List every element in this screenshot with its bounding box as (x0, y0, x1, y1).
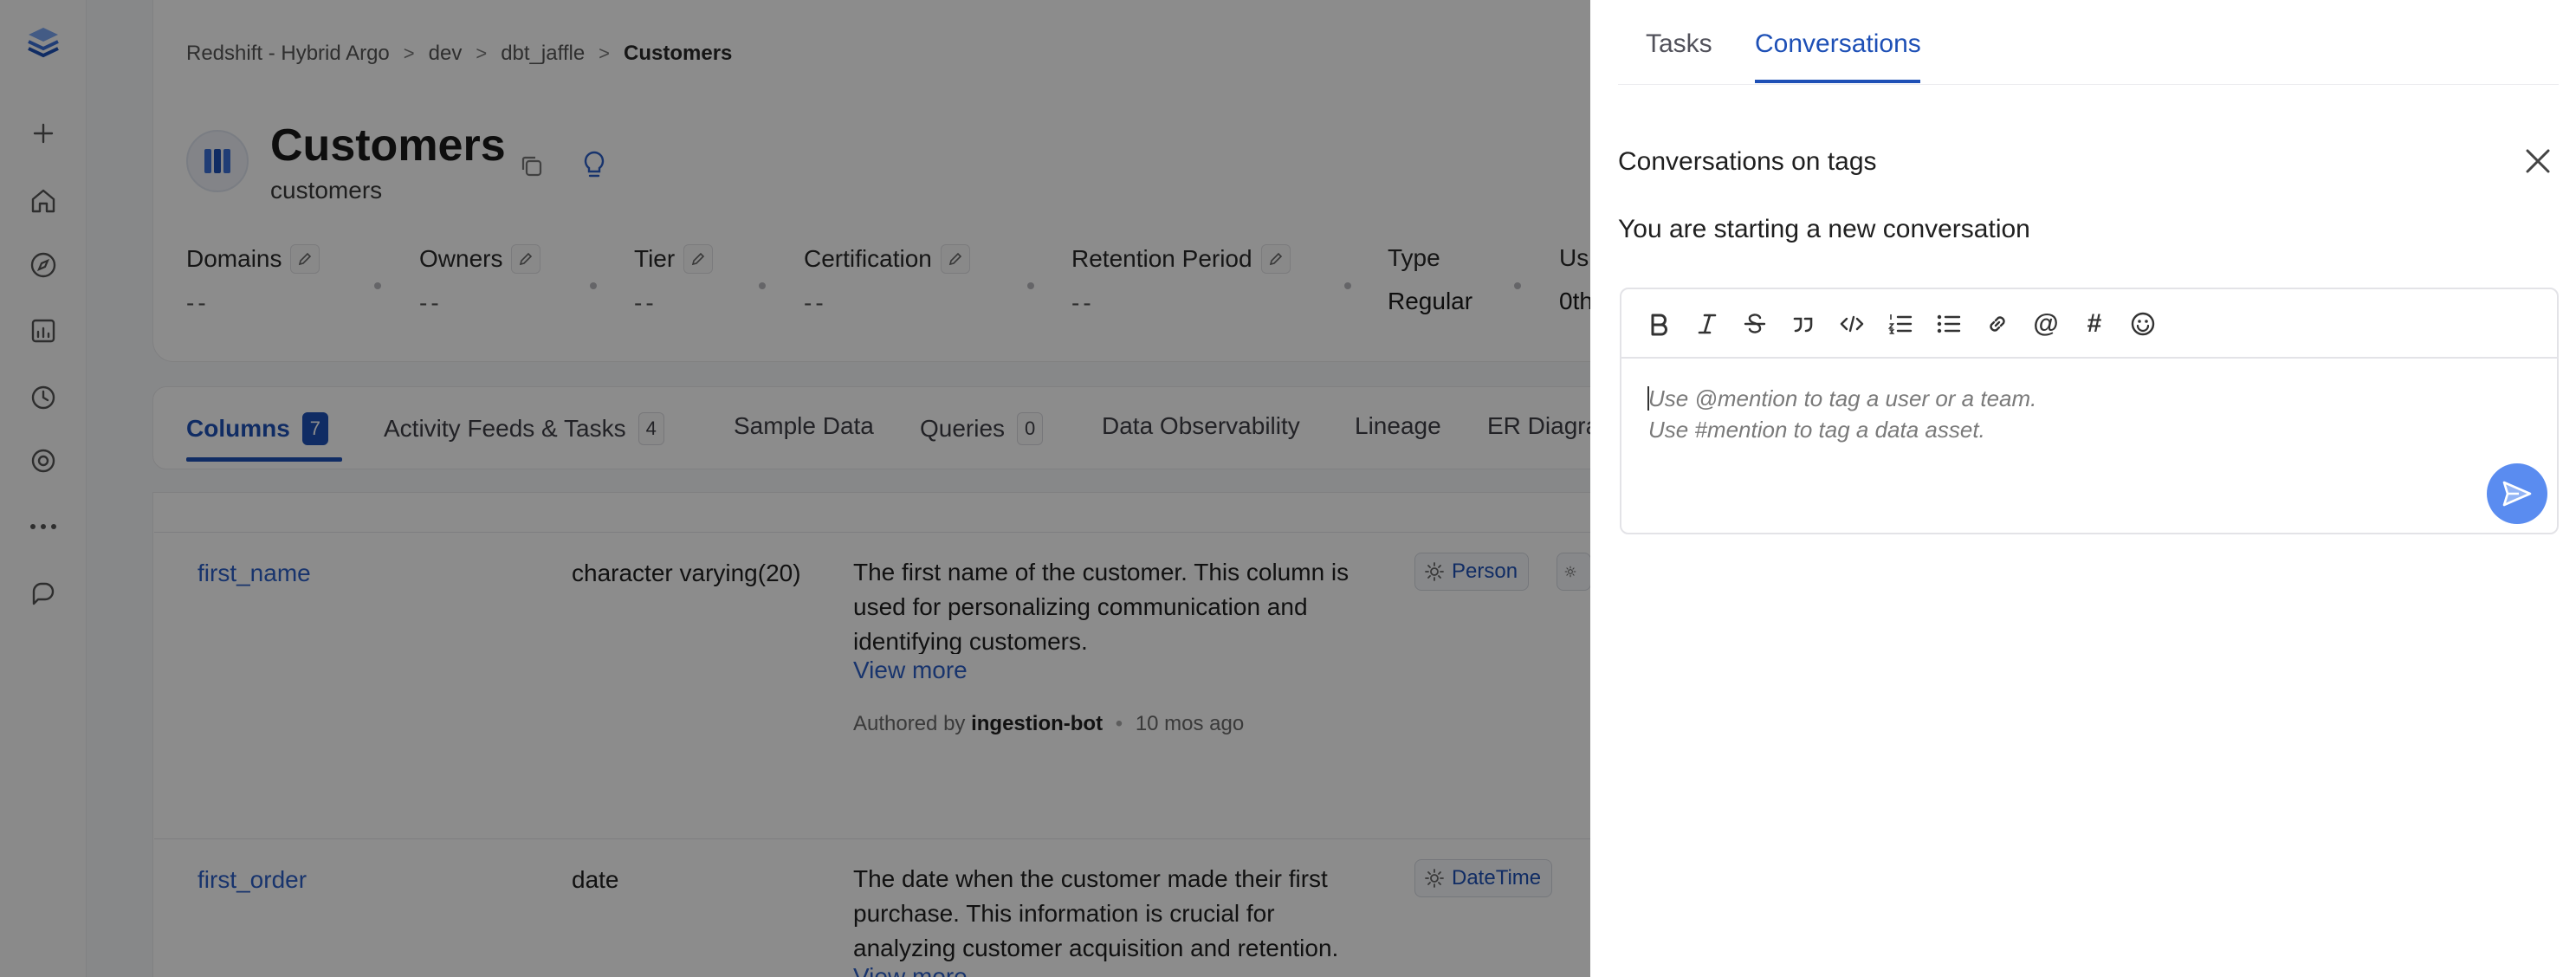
drawer-tab-conversations[interactable]: Conversations (1755, 29, 1921, 59)
drawer-active-tab-indicator (1755, 80, 1920, 83)
conversation-title-entity: tags (1827, 147, 1877, 176)
hashtag-icon[interactable]: # (2077, 307, 2112, 341)
conversation-title: Conversations on tags (1618, 147, 1877, 177)
ordered-list-icon[interactable] (1883, 307, 1918, 341)
quote-icon[interactable] (1786, 307, 1821, 341)
link-icon[interactable] (1980, 307, 2015, 341)
strikethrough-icon[interactable] (1738, 307, 1772, 341)
mention-icon[interactable]: @ (2029, 307, 2063, 341)
send-icon (2502, 481, 2532, 507)
italic-icon[interactable] (1690, 307, 1725, 341)
close-icon[interactable] (2521, 144, 2555, 178)
bold-icon[interactable] (1641, 307, 1676, 341)
conversation-subtitle: You are starting a new conversation (1618, 215, 2030, 243)
bullet-list-icon[interactable] (1932, 307, 1966, 341)
send-button[interactable] (2487, 463, 2547, 524)
drawer-tabs-divider (1618, 84, 2559, 85)
editor-placeholder: Use @mention to tag a user or a team. Us… (1648, 383, 2036, 445)
conversation-title-prefix: Conversations on (1618, 147, 1821, 176)
emoji-icon[interactable] (2126, 307, 2160, 341)
drawer-tab-tasks[interactable]: Tasks (1646, 29, 1712, 59)
placeholder-line: Use #mention to tag a data asset. (1648, 417, 1985, 443)
code-icon[interactable] (1835, 307, 1869, 341)
placeholder-line: Use @mention to tag a user or a team. (1648, 385, 2037, 411)
